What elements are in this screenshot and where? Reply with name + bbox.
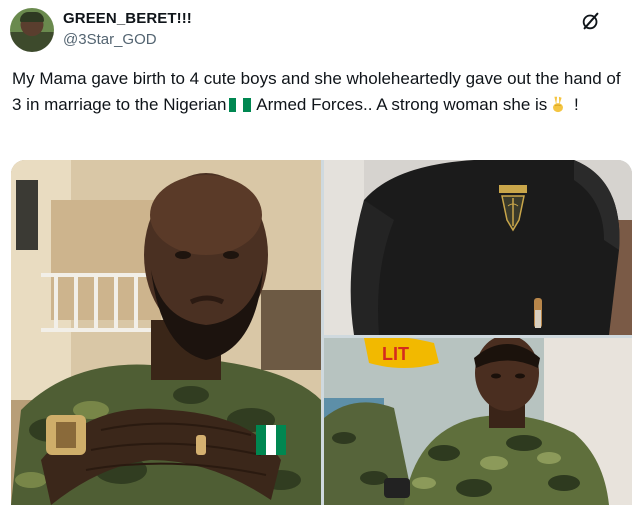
- tweet-card: GREEN_BERET!!! @3Star_GOD My Mama gave b…: [0, 0, 635, 505]
- photo-black-shirt-badge[interactable]: [324, 160, 632, 335]
- author-handle[interactable]: @3Star_GOD: [63, 31, 157, 48]
- victory-hand-emoji: [549, 95, 567, 113]
- author-display-name[interactable]: GREEN_BERET!!!: [63, 10, 192, 27]
- tweet-text: My Mama gave birth to 4 cute boys and sh…: [12, 66, 627, 118]
- tweet-text-part-3: !: [569, 95, 579, 114]
- nigeria-flag-emoji: [228, 94, 251, 112]
- grok-slash-icon[interactable]: [580, 10, 602, 32]
- photo-soldier-camouflage[interactable]: LIT: [324, 338, 632, 505]
- tweet-text-part-2: Armed Forces.. A strong woman she is: [252, 95, 548, 114]
- author-avatar[interactable]: [10, 8, 54, 52]
- svg-text:LIT: LIT: [382, 344, 409, 364]
- photo-soldier-selfie[interactable]: [11, 160, 321, 505]
- avatar-cap-shape: [20, 12, 44, 22]
- media-grid: LIT: [11, 160, 632, 505]
